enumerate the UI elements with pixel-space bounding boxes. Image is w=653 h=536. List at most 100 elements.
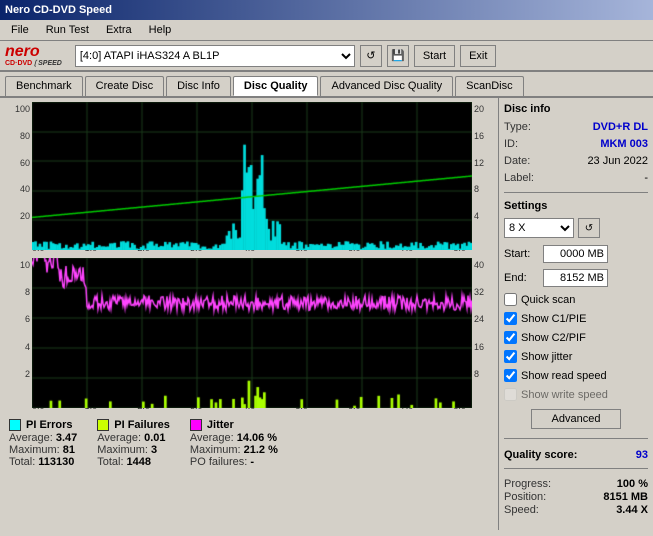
refresh-button[interactable]: ↺ bbox=[578, 218, 600, 238]
pi-errors-stats: Average: 3.47 Maximum: 81 Total: 113130 bbox=[9, 432, 77, 468]
pi-errors-color bbox=[9, 419, 21, 431]
advanced-button[interactable]: Advanced bbox=[531, 409, 621, 429]
progress-row: Progress: 100 % bbox=[504, 478, 648, 490]
start-row: Start: bbox=[504, 245, 648, 263]
progress-label: Progress: bbox=[504, 478, 551, 490]
tab-benchmark[interactable]: Benchmark bbox=[5, 76, 83, 96]
lower-y-right-24: 24 bbox=[474, 314, 484, 324]
jitter-stats: Average: 14.06 % Maximum: 21.2 % PO fail… bbox=[190, 432, 278, 468]
menu-help[interactable]: Help bbox=[143, 22, 178, 38]
pi-errors-label: PI Errors bbox=[26, 419, 72, 431]
show-write-speed-row: Show write speed bbox=[504, 388, 648, 401]
lower-y-left-10: 10 bbox=[20, 260, 30, 270]
tabs: Benchmark Create Disc Disc Info Disc Qua… bbox=[0, 72, 653, 98]
legend-pi-errors: PI Errors Average: 3.47 Maximum: 81 Tota… bbox=[9, 419, 77, 468]
pi-failures-label: PI Failures bbox=[114, 419, 170, 431]
disc-label-label: Label: bbox=[504, 172, 534, 184]
reload-button[interactable]: ↺ bbox=[360, 45, 382, 67]
disc-id-label: ID: bbox=[504, 138, 518, 150]
show-read-speed-checkbox[interactable] bbox=[504, 369, 517, 382]
show-c1-pie-label: Show C1/PIE bbox=[521, 313, 586, 325]
pi-errors-total-value: 113130 bbox=[38, 456, 74, 468]
quality-score-value: 93 bbox=[636, 449, 648, 461]
tab-create-disc[interactable]: Create Disc bbox=[85, 76, 164, 96]
legend-pi-failures: PI Failures Average: 0.01 Maximum: 3 Tot… bbox=[97, 419, 170, 468]
jitter-color bbox=[190, 419, 202, 431]
lower-chart-canvas bbox=[32, 258, 472, 408]
pi-failures-total-value: 1448 bbox=[127, 456, 151, 468]
upper-y-left-100: 100 bbox=[15, 104, 30, 114]
pi-failures-avg-label: Average: bbox=[97, 432, 141, 444]
tab-scandisc[interactable]: ScanDisc bbox=[455, 76, 523, 96]
pi-errors-max-label: Maximum: bbox=[9, 444, 60, 456]
upper-y-right-12: 12 bbox=[474, 158, 484, 168]
lower-y-right-16: 16 bbox=[474, 342, 484, 352]
end-input[interactable] bbox=[543, 269, 608, 287]
nero-logo-text: nero bbox=[5, 44, 62, 60]
pi-errors-avg-label: Average: bbox=[9, 432, 53, 444]
disc-date-value: 23 Jun 2022 bbox=[587, 155, 648, 167]
show-jitter-row: Show jitter bbox=[504, 350, 648, 363]
upper-y-right-4: 4 bbox=[474, 211, 479, 221]
pi-failures-avg-value: 0.01 bbox=[144, 432, 165, 444]
show-jitter-checkbox[interactable] bbox=[504, 350, 517, 363]
speed-select[interactable]: 8 X bbox=[504, 218, 574, 238]
lower-y-right-40: 40 bbox=[474, 260, 484, 270]
upper-y-right-8: 8 bbox=[474, 184, 479, 194]
upper-y-right-16: 16 bbox=[474, 131, 484, 141]
exit-button[interactable]: Exit bbox=[460, 45, 496, 67]
show-read-speed-row: Show read speed bbox=[504, 369, 648, 382]
quick-scan-checkbox[interactable] bbox=[504, 293, 517, 306]
show-c2-pif-checkbox[interactable] bbox=[504, 331, 517, 344]
speed-label: Speed: bbox=[504, 504, 539, 516]
disc-date-row: Date: 23 Jun 2022 bbox=[504, 155, 648, 167]
lower-y-right-8: 8 bbox=[474, 369, 479, 379]
pi-errors-max-value: 81 bbox=[63, 444, 75, 456]
toolbar: nero CD·DVD❲SPEED [4:0] ATAPI iHAS324 A … bbox=[0, 41, 653, 72]
end-row: End: bbox=[504, 269, 648, 287]
upper-y-left-80: 80 bbox=[20, 131, 30, 141]
pi-failures-color bbox=[97, 419, 109, 431]
upper-y-left-60: 60 bbox=[20, 158, 30, 168]
drive-selector[interactable]: [4:0] ATAPI iHAS324 A BL1P bbox=[75, 45, 355, 67]
tab-disc-quality[interactable]: Disc Quality bbox=[233, 76, 319, 96]
quick-scan-row: Quick scan bbox=[504, 293, 648, 306]
show-write-speed-checkbox[interactable] bbox=[504, 388, 517, 401]
quick-scan-label: Quick scan bbox=[521, 294, 575, 306]
show-c1-pie-checkbox[interactable] bbox=[504, 312, 517, 325]
end-label: End: bbox=[504, 272, 539, 284]
upper-chart-canvas bbox=[32, 102, 472, 250]
menu-bar: File Run Test Extra Help bbox=[0, 20, 653, 41]
disc-id-value: MKM 003 bbox=[600, 138, 648, 150]
show-jitter-label: Show jitter bbox=[521, 351, 572, 363]
pi-failures-max-label: Maximum: bbox=[97, 444, 148, 456]
start-button[interactable]: Start bbox=[414, 45, 455, 67]
tab-disc-info[interactable]: Disc Info bbox=[166, 76, 231, 96]
progress-value: 100 % bbox=[617, 478, 648, 490]
start-label: Start: bbox=[504, 248, 539, 260]
save-button[interactable]: 💾 bbox=[387, 45, 409, 67]
menu-extra[interactable]: Extra bbox=[100, 22, 138, 38]
show-c1-pie-row: Show C1/PIE bbox=[504, 312, 648, 325]
pi-errors-avg-value: 3.47 bbox=[56, 432, 77, 444]
menu-file[interactable]: File bbox=[5, 22, 35, 38]
pi-errors-total-label: Total: bbox=[9, 456, 35, 468]
progress-section: Progress: 100 % Position: 8151 MB Speed:… bbox=[504, 478, 648, 517]
jitter-avg-value: 14.06 % bbox=[237, 432, 277, 444]
upper-y-right-20: 20 bbox=[474, 104, 484, 114]
tab-advanced-disc-quality[interactable]: Advanced Disc Quality bbox=[320, 76, 453, 96]
title-bar: Nero CD-DVD Speed bbox=[0, 0, 653, 20]
jitter-max-label: Maximum: bbox=[190, 444, 241, 456]
show-c2-pif-row: Show C2/PIF bbox=[504, 331, 648, 344]
position-value: 8151 MB bbox=[603, 491, 648, 503]
show-write-speed-label: Show write speed bbox=[521, 389, 608, 401]
speed-value: 3.44 X bbox=[616, 504, 648, 516]
position-label: Position: bbox=[504, 491, 546, 503]
menu-run-test[interactable]: Run Test bbox=[40, 22, 95, 38]
start-input[interactable] bbox=[543, 245, 608, 263]
disc-label-row: Label: - bbox=[504, 172, 648, 184]
title-text: Nero CD-DVD Speed bbox=[5, 4, 112, 16]
lower-y-left-6: 6 bbox=[25, 314, 30, 324]
disc-date-label: Date: bbox=[504, 155, 530, 167]
speed-row: 8 X ↺ bbox=[504, 218, 648, 238]
